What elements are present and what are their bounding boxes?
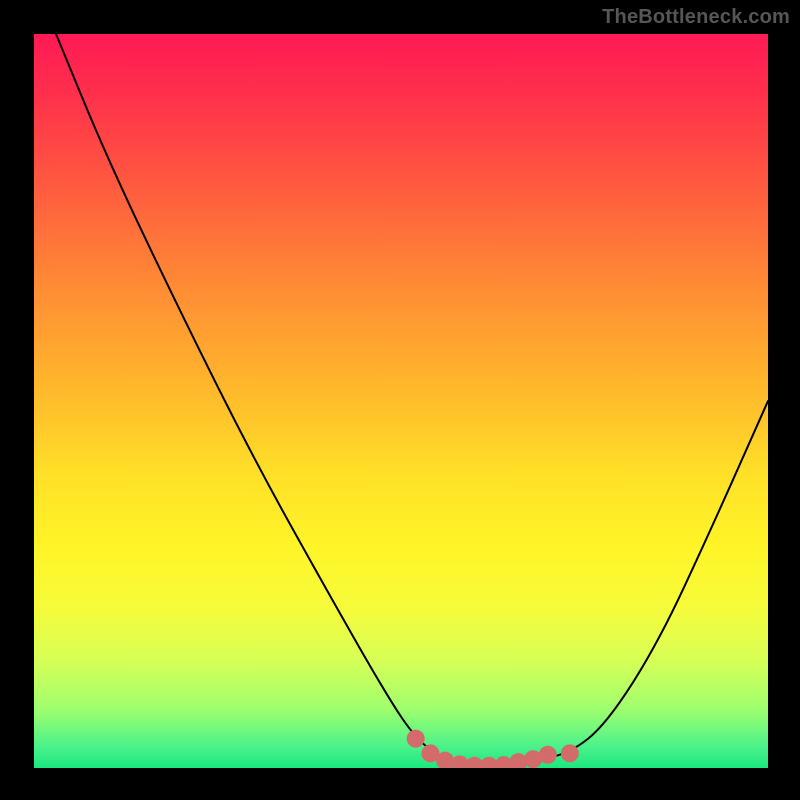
chart-stage: TheBottleneck.com (0, 0, 800, 800)
optimal-range-beads (34, 34, 768, 768)
bead-marker (407, 730, 425, 748)
bead-marker (539, 746, 557, 764)
bead-marker (561, 744, 579, 762)
brand-watermark: TheBottleneck.com (602, 6, 790, 29)
plot-area (34, 34, 768, 768)
